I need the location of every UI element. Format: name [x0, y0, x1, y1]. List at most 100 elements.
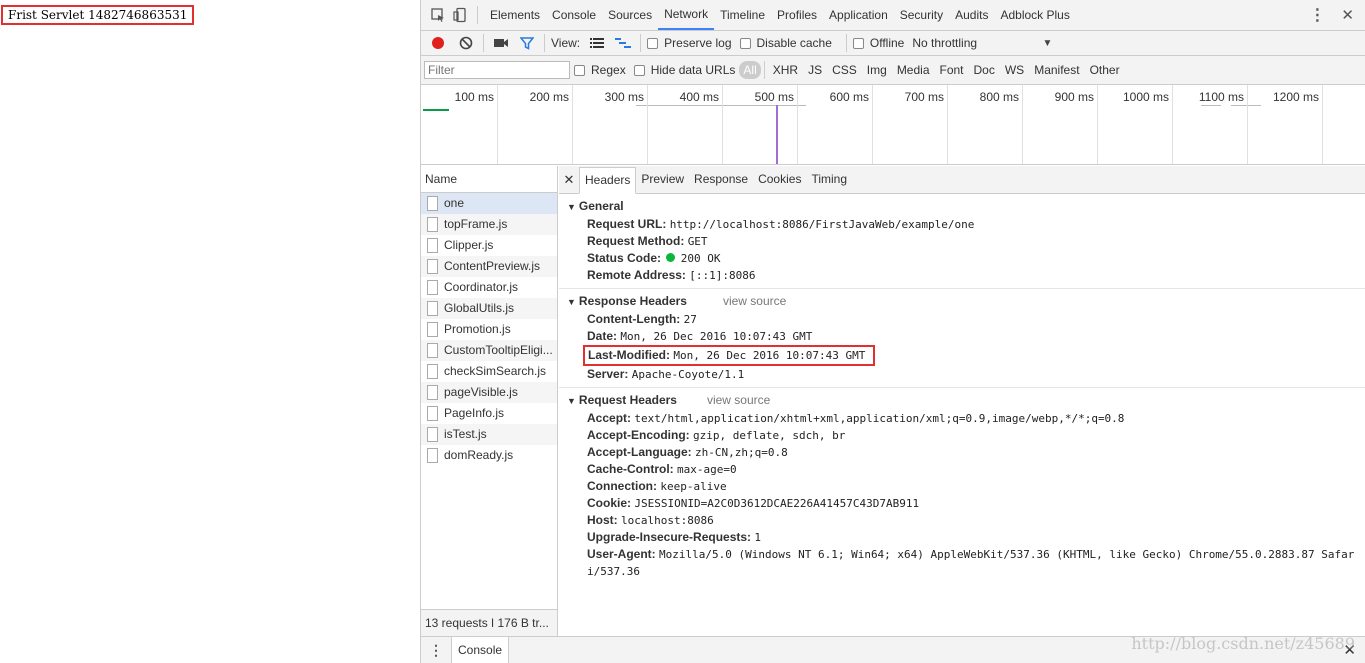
tab-elements[interactable]: Elements	[484, 0, 546, 30]
tab-console-drawer[interactable]: Console	[451, 637, 510, 663]
request-row[interactable]: isTest.js	[421, 424, 557, 445]
kebab-menu-icon[interactable]: ⋮	[1297, 5, 1337, 25]
tab-profiles[interactable]: Profiles	[771, 0, 823, 30]
tab-network[interactable]: Network	[658, 0, 715, 30]
response-headers-section: ▼ Response Headers view source Content-Len…	[559, 289, 1365, 388]
tab-console[interactable]: Console	[546, 0, 602, 30]
header-value: max-age=0	[677, 463, 737, 476]
header-key: Connection:	[587, 479, 657, 493]
waterfall-overview-icon[interactable]	[612, 32, 634, 54]
overview-tick-line	[647, 85, 648, 164]
request-headers-toggle[interactable]: ▼ Request Headers view source	[559, 391, 1365, 410]
request-row[interactable]: Coordinator.js	[421, 277, 557, 298]
request-name: PageInfo.js	[444, 406, 505, 420]
filter-input[interactable]	[424, 61, 570, 79]
status-ok-icon	[666, 253, 676, 262]
response-headers-toggle[interactable]: ▼ Response Headers view source	[559, 292, 1365, 311]
preserve-log-checkbox[interactable]: Preserve log	[647, 36, 732, 50]
filter-type-font[interactable]: Font	[935, 63, 969, 77]
filter-type-other[interactable]: Other	[1085, 63, 1125, 77]
tab-sources[interactable]: Sources	[602, 0, 658, 30]
request-row[interactable]: GlobalUtils.js	[421, 298, 557, 319]
toolbar-divider	[483, 34, 484, 52]
filter-type-css[interactable]: CSS	[827, 63, 862, 77]
tab-cookies[interactable]: Cookies	[753, 166, 806, 193]
checkbox-box[interactable]	[852, 37, 864, 49]
device-mode-icon[interactable]	[449, 4, 471, 26]
response-header-row: Content-Length: 27	[559, 311, 1365, 328]
filter-type-manifest[interactable]: Manifest	[1029, 63, 1084, 77]
offline-checkbox[interactable]: Offline	[852, 36, 905, 50]
throttling-select[interactable]: No throttling ▼	[912, 36, 1052, 50]
request-row[interactable]: topFrame.js	[421, 214, 557, 235]
checkbox-box[interactable]	[574, 64, 585, 76]
header-value: [::1]:8086	[689, 269, 756, 282]
overview-tick-line	[1247, 85, 1248, 164]
filter-type-media[interactable]: Media	[892, 63, 935, 77]
kebab-menu-icon[interactable]: ⋮	[421, 642, 451, 659]
filter-type-all[interactable]: All	[739, 61, 761, 79]
tab-timeline[interactable]: Timeline	[714, 0, 771, 30]
filter-type-doc[interactable]: Doc	[969, 63, 1000, 77]
file-icon	[427, 217, 438, 232]
tab-adblock-plus[interactable]: Adblock Plus	[994, 0, 1075, 30]
request-details: ✕ Headers Preview Response Cookies Timin…	[559, 166, 1365, 636]
checkbox-box[interactable]	[739, 37, 751, 49]
header-key: Accept-Encoding:	[587, 428, 690, 442]
filter-type-img[interactable]: Img	[862, 63, 892, 77]
file-icon	[427, 448, 438, 463]
header-key: Last-Modified:	[588, 348, 670, 362]
filter-funnel-icon[interactable]	[516, 32, 538, 54]
view-source-link[interactable]: view source	[707, 393, 770, 407]
request-row[interactable]: ContentPreview.js	[421, 256, 557, 277]
tab-response[interactable]: Response	[689, 166, 753, 193]
tab-audits[interactable]: Audits	[949, 0, 994, 30]
tab-security[interactable]: Security	[894, 0, 949, 30]
name-column-header[interactable]: Name	[421, 166, 557, 193]
tab-application[interactable]: Application	[823, 0, 894, 30]
close-icon[interactable]: ✕	[1337, 6, 1365, 24]
file-icon	[427, 238, 438, 253]
request-row[interactable]: one	[421, 193, 557, 214]
overview-tick-label: 700 ms	[904, 90, 944, 104]
clear-icon[interactable]	[455, 32, 477, 54]
request-row[interactable]: pageVisible.js	[421, 382, 557, 403]
request-row[interactable]: CustomTooltipEligi...	[421, 340, 557, 361]
filter-type-ws[interactable]: WS	[1000, 63, 1029, 77]
screenshot-camera-icon[interactable]	[490, 32, 512, 54]
checkbox-box[interactable]	[633, 64, 645, 76]
general-section-toggle[interactable]: ▼ General	[559, 197, 1365, 216]
record-icon[interactable]	[427, 32, 449, 54]
overview-tick-label: 1000 ms	[1122, 90, 1169, 104]
request-header-row: Accept-Encoding: gzip, deflate, sdch, br	[559, 427, 1365, 444]
filter-type-js[interactable]: JS	[803, 63, 827, 77]
general-row: Status Code: 200 OK	[559, 250, 1365, 267]
disable-cache-checkbox[interactable]: Disable cache	[739, 36, 832, 50]
request-row[interactable]: Promotion.js	[421, 319, 557, 340]
close-icon[interactable]: ✕	[559, 172, 579, 188]
request-row[interactable]: domReady.js	[421, 445, 557, 466]
tab-timing[interactable]: Timing	[806, 166, 852, 193]
filter-type-xhr[interactable]: XHR	[768, 63, 803, 77]
tab-headers[interactable]: Headers	[579, 166, 637, 194]
request-row[interactable]: Clipper.js	[421, 235, 557, 256]
request-name: Promotion.js	[444, 322, 511, 336]
checkbox-box[interactable]	[647, 37, 659, 49]
overview-tick-line	[497, 85, 498, 164]
request-row[interactable]: checkSimSearch.js	[421, 361, 557, 382]
devtools-panel: Elements Console Sources Network Timelin…	[420, 0, 1365, 663]
offline-label: Offline	[869, 36, 905, 50]
header-value: Apache-Coyote/1.1	[631, 368, 745, 381]
request-name: ContentPreview.js	[444, 259, 541, 273]
request-row[interactable]: PageInfo.js	[421, 403, 557, 424]
tab-preview[interactable]: Preview	[636, 166, 689, 193]
last-modified-highlight: Last-Modified: Mon, 26 Dec 2016 10:07:43…	[583, 345, 876, 366]
hide-data-urls-checkbox[interactable]: Hide data URLs	[633, 63, 735, 77]
request-header-row: Upgrade-Insecure-Requests: 1	[559, 529, 1365, 546]
view-source-link[interactable]: view source	[723, 294, 786, 308]
network-overview-timeline[interactable]: 100 ms 200 ms 300 ms 400 ms 500 ms 600 ms 700 …	[421, 85, 1365, 165]
inspect-element-icon[interactable]	[427, 4, 449, 26]
large-rows-icon[interactable]	[586, 32, 608, 54]
regex-checkbox[interactable]: Regex	[574, 63, 626, 77]
network-toolbar: View: Preserve log Disable cache Offline…	[421, 31, 1365, 56]
